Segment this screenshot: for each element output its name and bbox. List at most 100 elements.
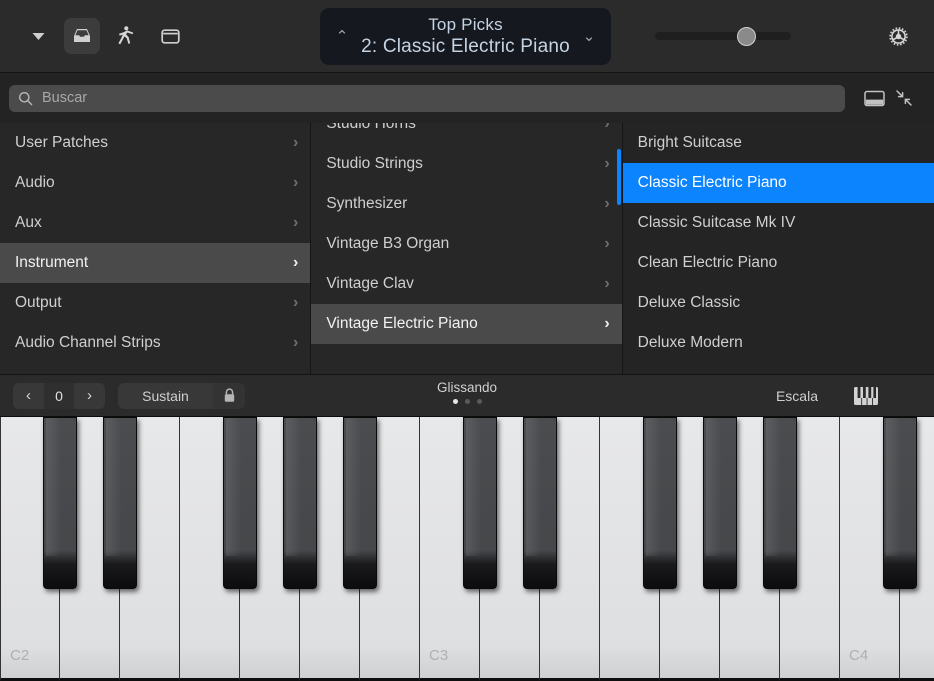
display-patch-name: 2: Classic Electric Piano: [352, 36, 579, 58]
patch-column-list: Bright Suitcase Classic Electric Piano Cla…: [623, 123, 934, 363]
white-key-label: C4: [849, 647, 868, 664]
inbox-icon[interactable]: [64, 18, 100, 54]
black-key[interactable]: [523, 417, 557, 589]
search-bar: [0, 73, 934, 123]
top-toolbar: ⌃ Top Picks 2: Classic Electric Piano ⌄: [0, 0, 934, 73]
browser-row[interactable]: User Patches ›: [0, 123, 310, 163]
browser-row-label: Aux: [15, 214, 42, 232]
display-set-name: Top Picks: [352, 15, 579, 35]
black-key[interactable]: [463, 417, 497, 589]
black-key[interactable]: [223, 417, 257, 589]
chevron-right-icon: ›: [604, 236, 609, 252]
browser-row-label: Vintage Clav: [326, 275, 414, 293]
black-key[interactable]: [703, 417, 737, 589]
white-key-label: C3: [429, 647, 448, 664]
browser-row[interactable]: Deluxe Modern: [623, 323, 934, 363]
search-input[interactable]: [42, 90, 845, 106]
page-dot[interactable]: [465, 399, 470, 404]
chevron-right-icon: ›: [293, 295, 298, 311]
split-view-icon[interactable]: [859, 81, 889, 115]
browser-row[interactable]: Instrument ›: [0, 243, 310, 283]
window-icon[interactable]: [152, 18, 188, 54]
mainstage-window: ⌃ Top Picks 2: Classic Electric Piano ⌄: [0, 0, 934, 681]
chevron-right-icon: ›: [604, 276, 609, 292]
browser-row[interactable]: Vintage Clav ›: [311, 264, 621, 304]
browser-row-label: Instrument: [15, 254, 88, 272]
browser-row[interactable]: Bright Suitcase: [623, 123, 934, 163]
patch-browser: User Patches›Audio›Aux›Instrument›Output…: [0, 123, 934, 374]
instrument-column-list: Studio Horns›Studio Strings›Synthesizer›…: [311, 123, 621, 344]
browser-row-label: Clean Electric Piano: [638, 254, 778, 272]
browser-row-label: User Patches: [15, 134, 108, 152]
browser-row-label: Vintage B3 Organ: [326, 235, 449, 253]
browser-row[interactable]: Vintage B3 Organ ›: [311, 224, 621, 264]
browser-row[interactable]: Output ›: [0, 283, 310, 323]
browser-row[interactable]: Clean Electric Piano: [623, 243, 934, 283]
browser-row[interactable]: Aux ›: [0, 203, 310, 243]
volume-slider[interactable]: [655, 27, 791, 45]
browser-row[interactable]: Audio ›: [0, 163, 310, 203]
browser-row-label: Audio: [15, 174, 55, 192]
browser-row[interactable]: Studio Strings ›: [311, 144, 621, 184]
black-key[interactable]: [883, 417, 917, 589]
browser-row[interactable]: Classic Electric Piano: [623, 163, 934, 203]
piano-keyboard[interactable]: C2 C3 C4: [0, 417, 934, 681]
browser-row-label: Classic Suitcase Mk IV: [638, 214, 796, 232]
browser-row[interactable]: Synthesizer›: [311, 184, 621, 224]
sustain-button[interactable]: Sustain: [118, 383, 213, 409]
volume-slider-track: [655, 32, 791, 40]
black-key[interactable]: [763, 417, 797, 589]
browser-row[interactable]: Deluxe Classic: [623, 283, 934, 323]
category-column: User Patches›Audio›Aux›Instrument›Output…: [0, 123, 310, 374]
octave-prev-button[interactable]: ‹: [13, 383, 44, 409]
page-dot[interactable]: [453, 399, 458, 404]
chevron-down-icon[interactable]: [20, 18, 56, 54]
browser-row[interactable]: Vintage Electric Piano ›: [311, 304, 621, 344]
gear-icon[interactable]: [884, 22, 913, 51]
piano-keys-icon[interactable]: [853, 385, 879, 412]
chevron-right-icon: ›: [293, 215, 298, 231]
performer-icon[interactable]: [108, 18, 144, 54]
black-key[interactable]: [283, 417, 317, 589]
volume-slider-knob[interactable]: [737, 27, 756, 46]
black-key[interactable]: [103, 417, 137, 589]
patch-display[interactable]: ⌃ Top Picks 2: Classic Electric Piano ⌄: [320, 8, 611, 65]
lock-icon[interactable]: [213, 383, 245, 409]
display-next-chevron-icon[interactable]: ⌄: [579, 29, 599, 44]
browser-row-label: Classic Electric Piano: [638, 174, 787, 192]
browser-row-label: Output: [15, 294, 62, 312]
browser-row-label: Deluxe Classic: [638, 294, 741, 312]
search-icon: [18, 91, 33, 106]
display-prev-chevron-icon[interactable]: ⌃: [332, 29, 352, 44]
white-key-label: C2: [10, 647, 29, 664]
browser-row[interactable]: Classic Suitcase Mk IV: [623, 203, 934, 243]
octave-value: 0: [44, 383, 74, 409]
search-field[interactable]: [9, 85, 845, 112]
browser-row-label: Vintage Electric Piano: [326, 315, 477, 333]
browser-row-label: Bright Suitcase: [638, 134, 742, 152]
scale-label[interactable]: Escala: [776, 388, 818, 404]
black-key[interactable]: [343, 417, 377, 589]
instrument-column: Studio Horns›Studio Strings›Synthesizer›…: [311, 123, 621, 374]
chevron-right-icon: ›: [604, 316, 609, 332]
chevron-right-icon: ›: [293, 335, 298, 351]
collapse-icon[interactable]: [889, 81, 919, 115]
display-text: Top Picks 2: Classic Electric Piano: [352, 15, 579, 58]
chevron-right-icon: ›: [604, 196, 609, 212]
black-key[interactable]: [43, 417, 77, 589]
chevron-right-icon: ›: [293, 135, 298, 151]
toolbar-icon-group: [0, 18, 188, 54]
browser-row-label: Studio Horns: [326, 123, 416, 133]
chevron-right-icon: ›: [604, 156, 609, 172]
browser-row-label: Studio Strings: [326, 155, 423, 173]
chevron-right-icon: ›: [293, 255, 298, 271]
browser-row[interactable]: Audio Channel Strips ›: [0, 323, 310, 363]
instrument-column-scrollbar[interactable]: [617, 149, 621, 205]
octave-next-button[interactable]: ›: [74, 383, 105, 409]
browser-row[interactable]: Studio Horns›: [311, 123, 621, 144]
browser-row-label: Audio Channel Strips: [15, 334, 161, 352]
black-key[interactable]: [643, 417, 677, 589]
category-column-list: User Patches›Audio›Aux›Instrument›Output…: [0, 123, 310, 363]
page-dot[interactable]: [477, 399, 482, 404]
chevron-right-icon: ›: [293, 175, 298, 191]
